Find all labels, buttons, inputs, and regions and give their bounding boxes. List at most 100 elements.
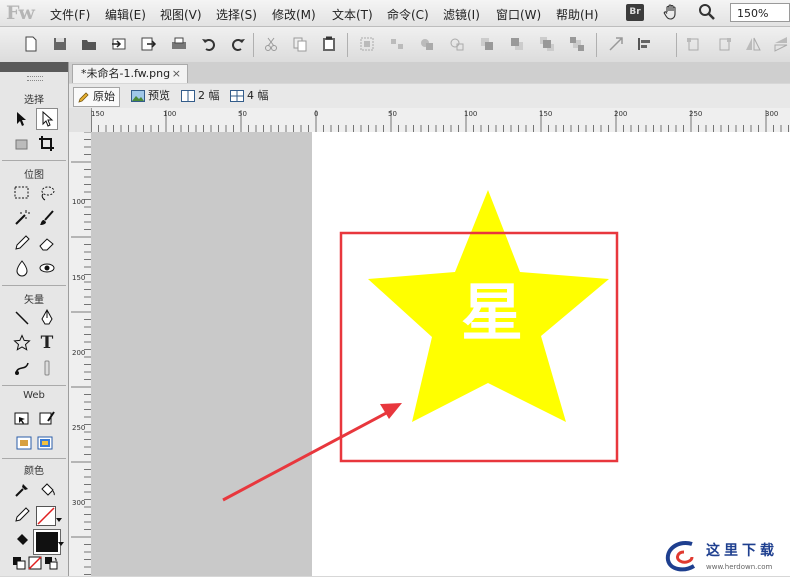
rotate-left-icon[interactable] — [685, 35, 703, 53]
ruler-label: 250 — [689, 110, 703, 118]
menu-modify[interactable]: 修改(M) — [272, 6, 316, 23]
copy-icon[interactable] — [291, 35, 309, 53]
ruler-label: 50 — [388, 110, 397, 118]
knife-tool[interactable] — [36, 357, 58, 379]
panel-grip-icon[interactable] — [27, 76, 43, 81]
pasteboard[interactable] — [91, 132, 312, 576]
scale-tool[interactable] — [11, 133, 33, 155]
menu-commands[interactable]: 命令(C) — [387, 6, 429, 23]
menu-file[interactable]: 文件(F) — [50, 6, 90, 23]
menu-select[interactable]: 选择(S) — [216, 6, 257, 23]
show-slices-icon[interactable] — [34, 432, 56, 454]
bring-to-front-icon[interactable] — [538, 35, 556, 53]
new-document-icon[interactable] — [22, 35, 40, 53]
eyedropper-tool[interactable] — [11, 479, 33, 501]
transform-icon[interactable] — [607, 35, 625, 53]
paste-icon[interactable] — [320, 35, 338, 53]
save-icon[interactable] — [51, 35, 69, 53]
freeform-tool[interactable] — [11, 357, 33, 379]
document-canvas[interactable] — [312, 132, 790, 576]
view-tab-bar: 原始 预览 2 幅 4 幅 — [69, 84, 790, 109]
eraser-tool[interactable] — [36, 232, 58, 254]
redo-icon[interactable] — [229, 35, 247, 53]
hide-slices-icon[interactable] — [13, 432, 35, 454]
star-text[interactable]: 星 — [460, 280, 524, 346]
preview-icon — [131, 90, 145, 102]
fill-color-dropdown-icon[interactable] — [58, 542, 64, 546]
import-icon[interactable] — [110, 35, 128, 53]
app-logo: Fw — [6, 2, 35, 24]
pointer-tool[interactable] — [11, 108, 33, 130]
watermark-logo — [662, 540, 706, 577]
paint-bucket-tool[interactable] — [36, 479, 58, 501]
pen-tool[interactable] — [36, 307, 58, 329]
zoom-icon[interactable] — [697, 2, 717, 25]
crop-tool[interactable] — [36, 133, 58, 155]
hotspot-tool[interactable] — [11, 407, 33, 429]
ruler-label: 200 — [72, 349, 86, 357]
line-tool[interactable] — [11, 307, 33, 329]
no-stroke-fill-icon[interactable] — [28, 556, 42, 573]
cut-icon[interactable] — [262, 35, 280, 53]
subselection-tool[interactable] — [36, 108, 58, 130]
watermark-url: www.herdown.com — [706, 563, 773, 571]
tab-2-up[interactable]: 2 幅 — [177, 87, 224, 105]
print-icon[interactable] — [170, 35, 188, 53]
ungroup-icon[interactable] — [388, 35, 406, 53]
send-to-back-icon[interactable] — [568, 35, 586, 53]
ruler-label: 200 — [614, 110, 628, 118]
menu-window[interactable]: 窗口(W) — [496, 6, 541, 23]
flip-vertical-icon[interactable] — [772, 35, 790, 53]
default-colors-icon[interactable] — [12, 556, 26, 573]
open-icon[interactable] — [80, 35, 98, 53]
slice-tool[interactable] — [36, 407, 58, 429]
tab-4-up[interactable]: 4 幅 — [226, 87, 273, 105]
fill-color-icon[interactable] — [11, 529, 33, 551]
tab-preview[interactable]: 预览 — [127, 87, 174, 105]
menu-edit[interactable]: 编辑(E) — [105, 6, 146, 23]
stroke-color-icon[interactable] — [11, 504, 33, 526]
rotate-right-icon[interactable] — [715, 35, 733, 53]
redeye-tool[interactable] — [36, 257, 58, 279]
horizontal-ruler-ticks — [91, 110, 789, 132]
flip-horizontal-icon[interactable] — [744, 35, 762, 53]
blur-tool[interactable] — [11, 257, 33, 279]
close-icon[interactable]: × — [172, 65, 181, 83]
magic-wand-tool[interactable] — [11, 207, 33, 229]
menu-help[interactable]: 帮助(H) — [556, 6, 598, 23]
lasso-tool[interactable] — [36, 182, 58, 204]
menu-text[interactable]: 文本(T) — [332, 6, 373, 23]
tab-original[interactable]: 原始 — [73, 87, 120, 107]
tools-panel-header[interactable] — [0, 62, 68, 72]
hand-icon[interactable] — [662, 3, 680, 24]
bridge-button[interactable]: Br — [626, 4, 644, 21]
fill-color-swatch[interactable] — [34, 530, 60, 554]
split-icon[interactable] — [448, 35, 466, 53]
brush-tool[interactable] — [36, 207, 58, 229]
pencil-tool[interactable] — [11, 232, 33, 254]
vertical-ruler: 100 150 200 250 300 — [69, 132, 92, 576]
undo-icon[interactable] — [200, 35, 218, 53]
tools-section-web: Web — [23, 390, 45, 401]
join-icon[interactable] — [418, 35, 436, 53]
ruler-corner[interactable] — [69, 108, 92, 132]
bring-forward-icon[interactable] — [478, 35, 496, 53]
pencil-icon — [78, 92, 89, 103]
export-icon[interactable] — [139, 35, 157, 53]
horizontal-ruler: 150 100 50 0 50 100 150 200 250 300 — [69, 108, 790, 133]
align-icon[interactable] — [636, 35, 654, 53]
stroke-color-swatch[interactable] — [36, 506, 56, 526]
ruler-label: 100 — [163, 110, 177, 118]
send-backward-icon[interactable] — [508, 35, 526, 53]
document-tab[interactable]: *未命名-1.fw.png × — [72, 64, 188, 83]
marquee-tool[interactable] — [11, 182, 33, 204]
stroke-color-dropdown-icon[interactable] — [56, 518, 62, 522]
menu-view[interactable]: 视图(V) — [160, 6, 202, 23]
zoom-level-select[interactable]: 150% — [730, 3, 790, 22]
menu-filters[interactable]: 滤镜(I) — [443, 6, 480, 23]
star-shape-tool[interactable] — [11, 332, 33, 354]
swap-colors-icon[interactable] — [44, 556, 58, 573]
group-icon[interactable] — [358, 35, 376, 53]
text-tool[interactable]: T — [36, 332, 58, 354]
tab-2-up-label: 2 幅 — [198, 89, 220, 102]
